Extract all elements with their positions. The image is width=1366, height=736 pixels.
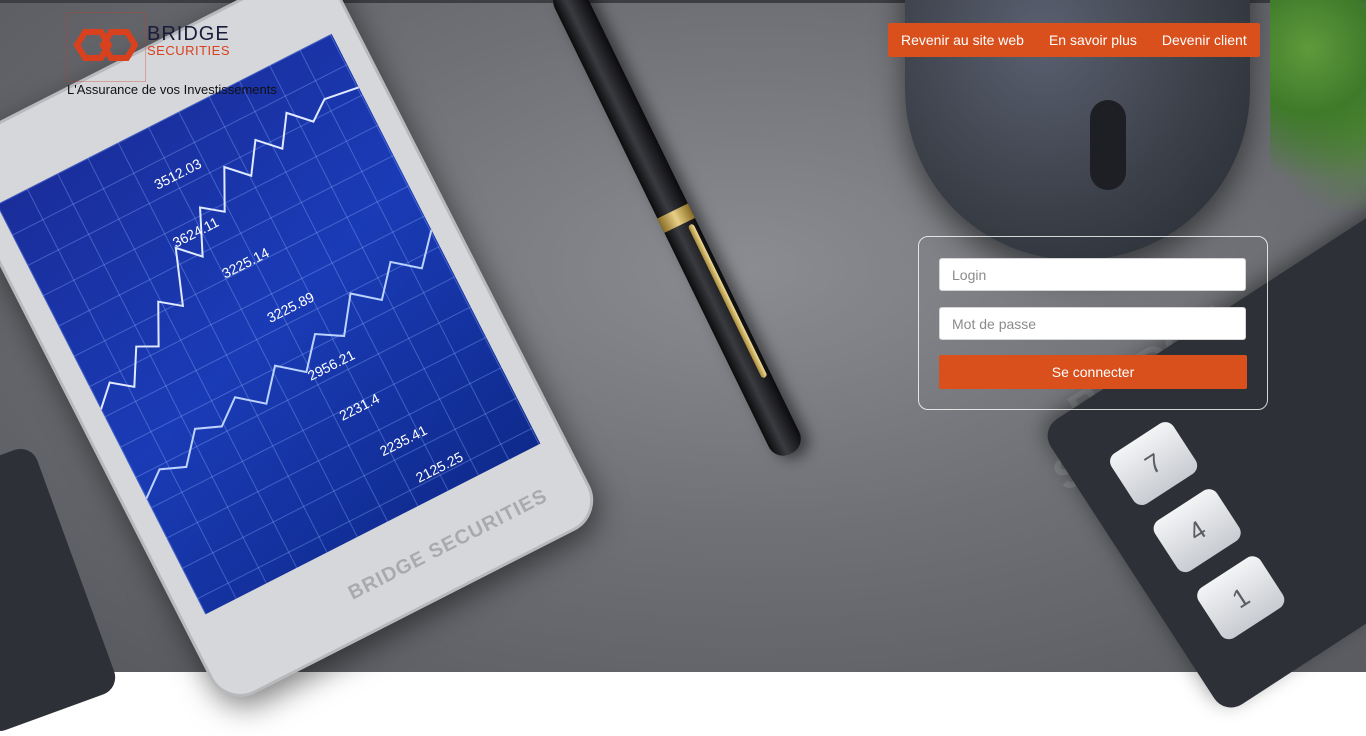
chart-label-6: 2231.4 <box>337 390 383 424</box>
chart-label-8: 2125.25 <box>413 448 466 485</box>
brand-title: BRIDGE <box>147 23 230 45</box>
login-input[interactable] <box>939 258 1246 291</box>
nav-learn-more[interactable]: En savoir plus <box>1049 32 1137 48</box>
chart-label-5: 2956.21 <box>305 346 358 383</box>
calculator-key-1: 1 <box>1193 552 1289 644</box>
brand-logo[interactable]: BRIDGE SECURITIES L'Assurance de vos Inv… <box>67 12 297 102</box>
brand-tagline: L'Assurance de vos Investissements <box>67 82 277 97</box>
bridge-hexagon-logo-icon <box>73 29 139 61</box>
chart-label-3: 3225.14 <box>219 244 272 281</box>
mouse-wheel <box>1090 100 1126 190</box>
password-input[interactable] <box>939 307 1246 340</box>
brand-subtitle: SECURITIES <box>147 43 231 58</box>
chart-label-1: 3512.03 <box>152 155 205 192</box>
plant-image <box>1270 0 1366 210</box>
calculator-key-7: 7 <box>1106 418 1201 509</box>
chart-label-4: 3225.89 <box>264 289 317 326</box>
login-button[interactable]: Se connecter <box>939 355 1247 389</box>
nav-become-client[interactable]: Devenir client <box>1162 32 1247 48</box>
chart-label-7: 2235.41 <box>377 422 430 459</box>
nav-back-to-website[interactable]: Revenir au site web <box>901 32 1024 48</box>
top-nav: Revenir au site web En savoir plus Deven… <box>888 23 1260 57</box>
calculator-key-4: 4 <box>1149 485 1245 576</box>
login-form: Se connecter <box>918 236 1268 410</box>
chart-label-2: 3624.11 <box>170 214 222 251</box>
